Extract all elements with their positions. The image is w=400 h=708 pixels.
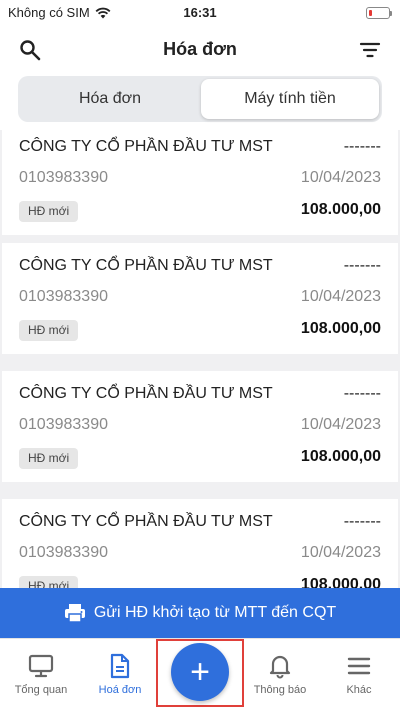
invoice-date: 10/04/2023 [300,544,381,561]
invoice-tax-code: 0103983390 [19,288,108,305]
invoice-date: 10/04/2023 [300,288,381,305]
battery-icon [366,7,392,19]
tab-cash-register[interactable]: Máy tính tiền [201,79,379,119]
send-bar-label: Gửi HĐ khởi tạo từ MTT đến CQT [93,604,337,621]
invoice-status: ------- [343,385,381,402]
invoice-list[interactable]: CÔNG TY CỔ PHẦN ĐẦU TƯ MST ------- 01039… [0,130,400,588]
invoice-company: CÔNG TY CỔ PHẦN ĐẦU TƯ MST [19,257,273,274]
invoice-card[interactable]: CÔNG TY CỔ PHẦN ĐẦU TƯ MST ------- 01039… [2,243,398,354]
invoice-company: CÔNG TY CỔ PHẦN ĐẦU TƯ MST [19,385,273,402]
status-bar: Không có SIM 16:31 [0,0,400,26]
bell-icon [269,655,291,679]
status-badge: HĐ mới [19,201,79,222]
invoice-card[interactable]: CÔNG TY CỔ PHẦN ĐẦU TƯ MST ------- 01039… [2,371,398,482]
tab-notifications-label: Thông báo [253,684,307,696]
invoice-status: ------- [343,513,381,530]
invoice-date: 10/04/2023 [300,416,381,433]
status-badge: HĐ mới [19,576,79,588]
invoice-card[interactable]: CÔNG TY CỔ PHẦN ĐẦU TƯ MST ------- 01039… [2,130,398,235]
menu-icon [347,657,371,675]
status-time: 16:31 [183,5,217,20]
tab-overview[interactable]: Tổng quan [6,647,76,696]
app-header: Hóa đơn [0,26,400,74]
tab-overview-label: Tổng quan [14,684,68,696]
invoice-card[interactable]: CÔNG TY CỔ PHẦN ĐẦU TƯ MST ------- 01039… [2,499,398,588]
invoice-company: CÔNG TY CỔ PHẦN ĐẦU TƯ MST [19,138,273,155]
tab-notifications[interactable]: Thông báo [245,647,315,696]
invoice-amount: 108.000,00 [300,320,381,337]
invoice-status: ------- [343,138,381,155]
status-badge: HĐ mới [19,448,79,469]
invoice-date: 10/04/2023 [300,169,381,186]
invoice-tax-code: 0103983390 [19,544,108,561]
invoice-company: CÔNG TY CỔ PHẦN ĐẦU TƯ MST [19,513,273,530]
segment-container: Hóa đơn Máy tính tiền [0,74,400,130]
invoice-amount: 108.000,00 [300,201,381,218]
battery-level [369,10,372,16]
plus-icon: + [190,653,210,691]
document-icon [110,653,130,679]
send-to-tax-authority-button[interactable]: Gửi HĐ khởi tạo từ MTT đến CQT [0,588,400,638]
tab-invoices[interactable]: Hóa đơn [21,79,199,119]
segmented-control: Hóa đơn Máy tính tiền [18,76,382,122]
add-invoice-button[interactable]: + [171,643,229,701]
printer-icon [64,604,85,623]
tab-invoices-nav[interactable]: Hoá đơn [85,647,155,696]
filter-icon[interactable] [358,38,382,62]
tab-more[interactable]: Khác [324,647,394,696]
monitor-icon [28,654,54,678]
page-title: Hóa đơn [163,39,237,59]
invoice-tax-code: 0103983390 [19,169,108,186]
tab-more-label: Khác [346,684,372,696]
invoice-tax-code: 0103983390 [19,416,108,433]
invoice-amount: 108.000,00 [300,576,381,588]
status-badge: HĐ mới [19,320,79,341]
invoice-amount: 108.000,00 [300,448,381,465]
invoice-status: ------- [343,257,381,274]
tab-invoices-label: Hoá đơn [98,684,142,696]
